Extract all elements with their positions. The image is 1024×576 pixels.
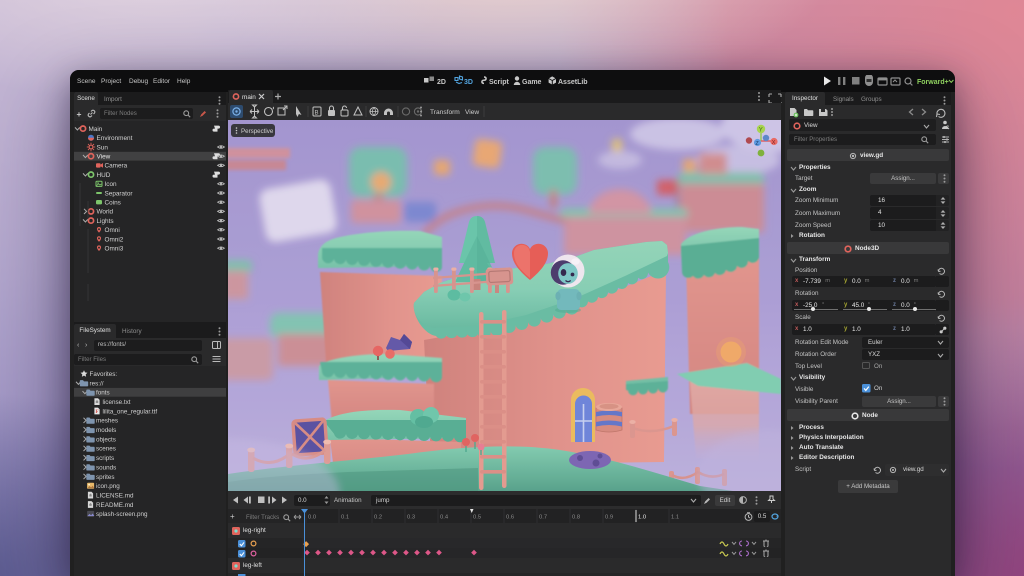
svg-text:Transform: Transform: [430, 109, 460, 116]
svg-text:Omni3: Omni3: [105, 246, 124, 253]
svg-text:splash-screen.png: splash-screen.png: [96, 511, 148, 518]
svg-text:LICENSE.md: LICENSE.md: [96, 492, 134, 499]
svg-text:0.0: 0.0: [308, 515, 316, 521]
svg-text:scenes: scenes: [96, 446, 116, 453]
svg-text:lilita_one_regular.ttf: lilita_one_regular.ttf: [103, 408, 158, 415]
svg-text:res://: res://: [90, 380, 104, 387]
svg-text:Perspective: Perspective: [241, 128, 274, 135]
svg-text:0.3: 0.3: [407, 515, 415, 521]
svg-text:0.7: 0.7: [539, 515, 547, 521]
svg-text:license.txt: license.txt: [103, 399, 131, 406]
svg-text:objects: objects: [96, 436, 116, 443]
svg-text:main: main: [242, 94, 256, 101]
svg-text:HUD: HUD: [97, 172, 111, 179]
svg-text:Sun: Sun: [97, 144, 109, 151]
svg-text:1.0: 1.0: [638, 515, 646, 521]
svg-text:Main: Main: [89, 126, 103, 133]
svg-text:View: View: [465, 109, 479, 116]
svg-text:Separator: Separator: [105, 190, 134, 197]
svg-text:Script: Script: [489, 79, 510, 86]
svg-text:sounds: sounds: [96, 464, 116, 471]
svg-text:0.8: 0.8: [572, 515, 580, 521]
svg-text:Forward+: Forward+: [917, 79, 949, 86]
svg-text:0.1: 0.1: [341, 515, 349, 521]
svg-text:0.2: 0.2: [374, 515, 382, 521]
svg-text:Camera: Camera: [105, 163, 128, 170]
svg-text:Omni: Omni: [105, 227, 120, 234]
svg-text:X: X: [772, 140, 776, 146]
svg-text:Icon: Icon: [105, 181, 118, 188]
svg-text:fonts: fonts: [96, 390, 110, 397]
svg-text:README.md: README.md: [96, 502, 134, 509]
svg-text:sprites: sprites: [96, 474, 115, 481]
svg-text:View: View: [97, 154, 111, 161]
svg-text:0.6: 0.6: [506, 515, 514, 521]
svg-text:AssetLib: AssetLib: [558, 79, 588, 86]
svg-text:icon.png: icon.png: [96, 483, 120, 490]
svg-text:meshes: meshes: [96, 418, 118, 425]
svg-text:0.5: 0.5: [473, 515, 481, 521]
svg-text:B: B: [315, 111, 319, 117]
svg-text:3D: 3D: [464, 79, 473, 86]
svg-text:1.1: 1.1: [671, 515, 679, 521]
svg-text:Environment: Environment: [97, 135, 133, 142]
svg-text:2D: 2D: [437, 79, 446, 86]
svg-text:models: models: [96, 427, 116, 434]
svg-text:Game: Game: [522, 79, 542, 86]
svg-text:Lights: Lights: [97, 218, 114, 225]
svg-text:Omni2: Omni2: [105, 236, 124, 243]
svg-text:0.4: 0.4: [440, 515, 449, 521]
svg-text:scripts: scripts: [96, 455, 114, 462]
svg-text:0.9: 0.9: [605, 515, 613, 521]
svg-text:Y: Y: [759, 127, 763, 133]
svg-text:Coins: Coins: [105, 200, 121, 207]
svg-text:Favorites:: Favorites:: [90, 371, 118, 378]
svg-text:World: World: [97, 209, 114, 216]
